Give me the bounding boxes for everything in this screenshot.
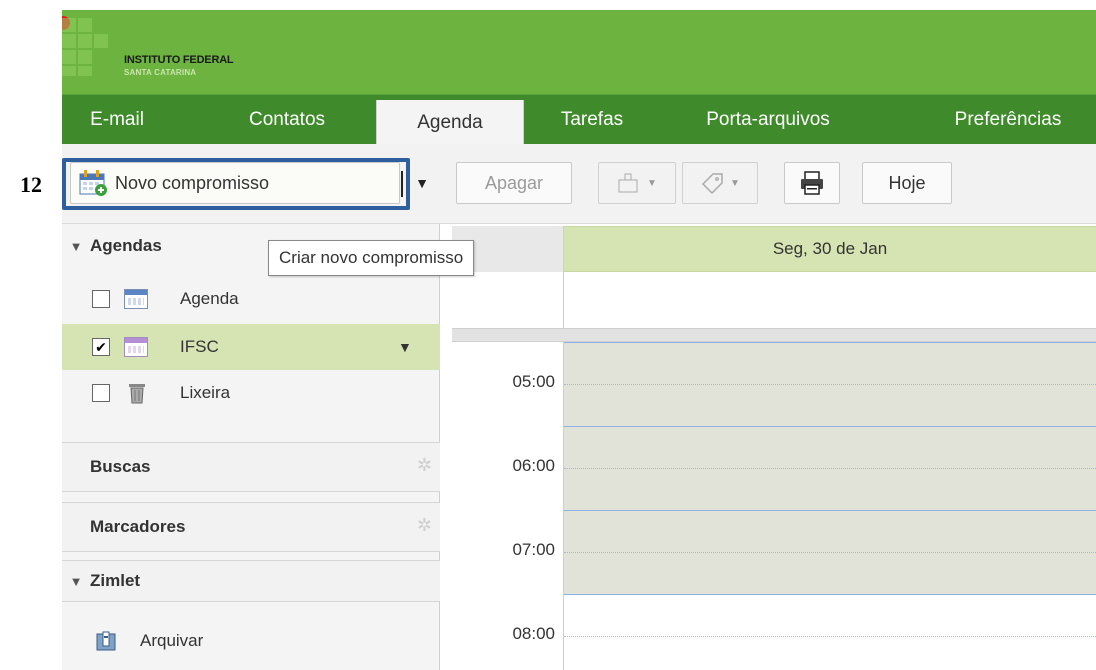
new-appointment-tooltip: Criar novo compromisso [268,240,475,276]
print-button[interactable] [784,162,840,204]
all-day-gutter [452,272,564,328]
hour-label: 07:00 [512,540,555,559]
step-number-label: 12 [20,172,42,197]
calendar-checkbox[interactable] [92,384,110,402]
printer-icon [801,171,823,195]
tab-contacts[interactable]: Contatos [220,95,354,145]
tab-tasks[interactable]: Tarefas [538,95,646,145]
delete-button[interactable]: Apagar [456,162,572,204]
hours-gutter: 05:00 06:00 07:00 08:00 [452,342,564,670]
time-slot[interactable] [564,594,1096,670]
collapse-triangle-icon: ▼ [69,238,83,254]
tags-header-label: Marcadores [90,517,186,536]
calendar-checkbox[interactable]: ✔ [92,338,110,356]
calendars-header-label: Agendas [90,236,162,255]
zimlet-section-header[interactable]: ▼ Zimlet [62,560,440,602]
caret-down-icon: ▼ [730,177,740,189]
hour-label: 05:00 [512,372,555,391]
time-slot[interactable] [564,510,1096,594]
calendar-item-lixeira[interactable]: Lixeira [62,370,440,416]
step-highlight-frame [62,158,410,210]
gear-icon[interactable]: ✲ [417,455,432,476]
calendar-toolbar: Novo compromisso ▼ Apagar ▼ ▼ Hoje [62,144,1096,224]
trash-icon [129,384,145,404]
new-menu-dropdown-button[interactable]: ▼ [410,162,434,204]
overview-sidebar: ▼ Agendas Agenda ✔ IFSC ▼ Lixeira Buscas… [62,224,440,670]
time-slot[interactable] [564,426,1096,510]
move-folder-icon [618,173,638,193]
day-header[interactable]: Seg, 30 de Jan [564,226,1096,272]
app-tab-bar: E-mail Contatos Agenda Tarefas Porta-arq… [62,94,1096,145]
zimlet-item-arquivar[interactable]: Arquivar [62,618,440,664]
archive-icon [96,631,116,651]
tab-preferences[interactable]: Preferências [920,95,1096,145]
app-header: INSTITUTO FEDERAL SANTA CATARINA [62,10,1096,94]
zimlet-header-label: Zimlet [90,571,141,590]
tab-email[interactable]: E-mail [62,95,172,145]
calendar-checkbox[interactable] [92,290,110,308]
time-slot[interactable] [564,342,1096,426]
day-view: Seg, 30 de Jan 05:00 06:00 07:00 08:00 [452,224,1096,670]
calendar-item-label: Agenda [180,289,239,308]
tab-agenda[interactable]: Agenda [376,100,524,145]
collapse-triangle-icon: ▼ [69,573,83,589]
calendar-item-agenda[interactable]: Agenda [62,276,440,322]
tag-icon [701,173,723,194]
move-button[interactable]: ▼ [598,162,676,204]
logo-subtitle: SANTA CATARINA [124,68,197,77]
caret-down-icon: ▼ [415,175,429,191]
logo-title: INSTITUTO FEDERAL [124,54,234,66]
calendar-item-label: IFSC [180,337,219,356]
today-button[interactable]: Hoje [862,162,952,204]
searches-header-label: Buscas [90,457,151,476]
tag-button[interactable]: ▼ [682,162,758,204]
all-day-row[interactable] [564,272,1096,328]
caret-down-icon: ▼ [647,177,657,189]
calendar-item-ifsc[interactable]: ✔ IFSC ▼ [62,324,440,370]
zimbra-app: INSTITUTO FEDERAL SANTA CATARINA E-mail … [62,10,1096,670]
searches-section-header[interactable]: Buscas ✲ [62,442,440,492]
logo-icon [62,10,122,80]
gear-icon[interactable]: ✲ [417,515,432,536]
tags-section-header[interactable]: Marcadores ✲ [62,502,440,552]
zimlet-item-label: Arquivar [140,631,204,650]
hour-label: 06:00 [512,456,555,475]
tab-briefcase[interactable]: Porta-arquivos [670,95,866,145]
hour-label: 08:00 [512,624,555,643]
calendar-item-label: Lixeira [180,383,231,402]
calendar-icon [124,337,148,357]
caret-down-icon[interactable]: ▼ [398,339,412,355]
calendar-icon [124,289,148,309]
view-splitter[interactable] [452,328,1096,342]
time-grid [564,342,1096,670]
